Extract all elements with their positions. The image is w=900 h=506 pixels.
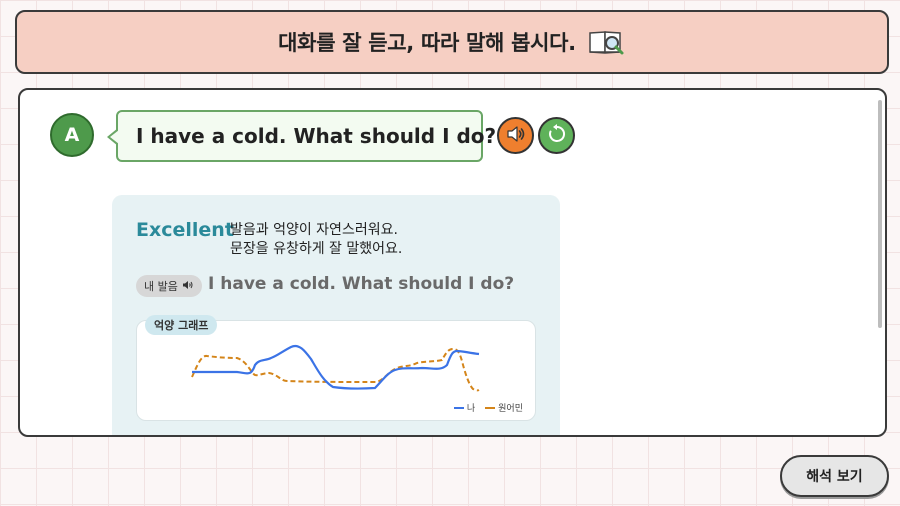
view-translation-button[interactable]: 해석 보기: [780, 455, 889, 497]
my-pronunciation-label: 내 발음: [144, 280, 178, 293]
my-pronunciation-text: I have a cold. What should I do?: [208, 274, 515, 294]
book-magnifier-icon: [588, 28, 626, 56]
replay-button[interactable]: [538, 117, 575, 154]
feedback-grade: Excellent: [136, 219, 234, 241]
graph-label: 억양 그래프: [145, 315, 218, 335]
legend-me-swatch: [453, 406, 464, 409]
speaker-icon: [505, 123, 527, 149]
speaker-avatar: A: [50, 113, 94, 157]
graph-legend: 나 원어민: [453, 401, 523, 414]
feedback-comment-line2: 문장을 유창하게 잘 말했어요.: [230, 241, 403, 257]
instruction-banner: 대화를 잘 듣고, 따라 말해 봅시다.: [15, 10, 889, 74]
replay-icon: [546, 123, 568, 149]
instruction-title: 대화를 잘 듣고, 따라 말해 봅시다.: [278, 31, 576, 55]
my-pronunciation-button[interactable]: 내 발음: [136, 275, 202, 297]
legend-native-swatch: [485, 406, 496, 409]
intonation-graph: 억양 그래프 나 원어민: [136, 315, 536, 421]
legend-me: 나: [453, 401, 476, 414]
legend-native: 원어민: [485, 401, 523, 414]
play-audio-button[interactable]: [497, 117, 534, 154]
dialogue-sentence: I have a cold. What should I do?: [136, 124, 497, 148]
feedback-comment: 발음과 억양이 자연스러워요. 문장을 유창하게 잘 말했어요.: [230, 221, 402, 259]
dialogue-panel: A I have a cold. What should I do? Excel…: [18, 88, 887, 437]
legend-me-label: 나: [466, 404, 476, 414]
speech-bubble: I have a cold. What should I do?: [107, 110, 496, 162]
feedback-card: Excellent 발음과 억양이 자연스러워요. 문장을 유창하게 잘 말했어…: [112, 195, 560, 435]
small-speaker-icon: [182, 280, 194, 293]
panel-scrollbar[interactable]: [878, 100, 882, 328]
legend-native-label: 원어민: [498, 404, 523, 414]
feedback-comment-line1: 발음과 억양이 자연스러워요.: [230, 222, 398, 238]
